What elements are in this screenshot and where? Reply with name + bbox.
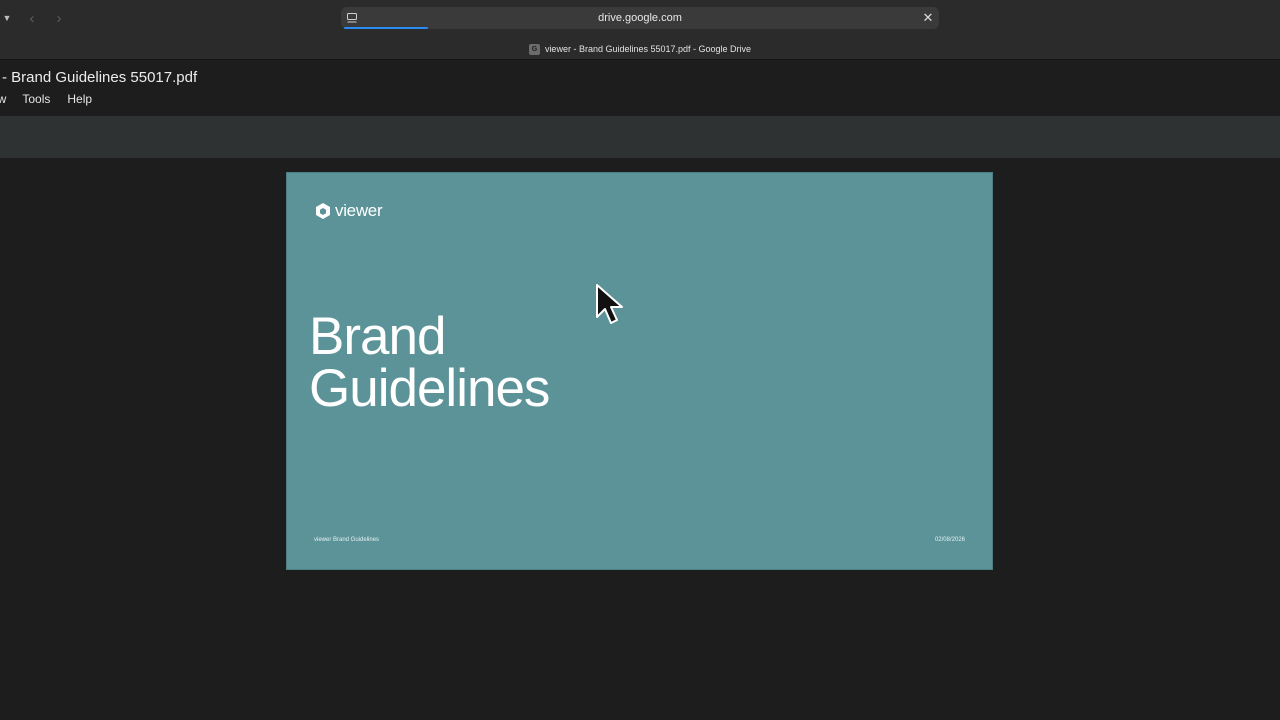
site-info-icon[interactable]: [346, 12, 358, 24]
document-title[interactable]: - Brand Guidelines 55017.pdf: [2, 69, 197, 86]
back-arrow-icon[interactable]: ‹: [25, 9, 39, 27]
browser-toolbar: ▼ ‹ › drive.google.com ✕ G viewer - Bran…: [0, 0, 1280, 60]
google-drive-favicon: G: [528, 43, 540, 55]
menu-tools[interactable]: Tools: [22, 92, 50, 110]
logo-text: viewer: [335, 201, 383, 220]
url-text[interactable]: drive.google.com: [598, 12, 682, 24]
heading-line-1: Brand: [309, 307, 446, 366]
viewer-logo: viewer: [314, 201, 383, 221]
close-icon[interactable]: ✕: [921, 10, 935, 25]
mouse-pointer-icon: [596, 284, 623, 324]
menu-view[interactable]: ew: [0, 92, 6, 110]
heading-line-2: Guidelines: [309, 359, 550, 418]
viewer-toolbar: [0, 116, 1280, 158]
page-heading: Brand Guidelines: [309, 307, 550, 418]
page-load-progress: [344, 27, 428, 29]
app-header: - Brand Guidelines 55017.pdf ew Tools He…: [0, 61, 1280, 116]
menu-bar: ew Tools Help: [0, 92, 109, 110]
hexagon-logo-icon: [316, 203, 330, 219]
page-footer-left: viewer Brand Guidelines: [314, 537, 380, 543]
tab-title[interactable]: viewer - Brand Guidelines 55017.pdf - Go…: [545, 44, 751, 54]
forward-arrow-icon[interactable]: ›: [52, 9, 66, 27]
tab[interactable]: G viewer - Brand Guidelines 55017.pdf - …: [0, 42, 1280, 56]
address-bar[interactable]: drive.google.com ✕: [341, 7, 939, 29]
page-footer-date: 02/08/2026: [934, 537, 965, 543]
chevron-down-icon[interactable]: ▼: [0, 9, 14, 27]
menu-help[interactable]: Help: [67, 92, 92, 110]
pdf-page[interactable]: viewer Brand Guidelines viewer Brand Gui…: [286, 172, 993, 570]
